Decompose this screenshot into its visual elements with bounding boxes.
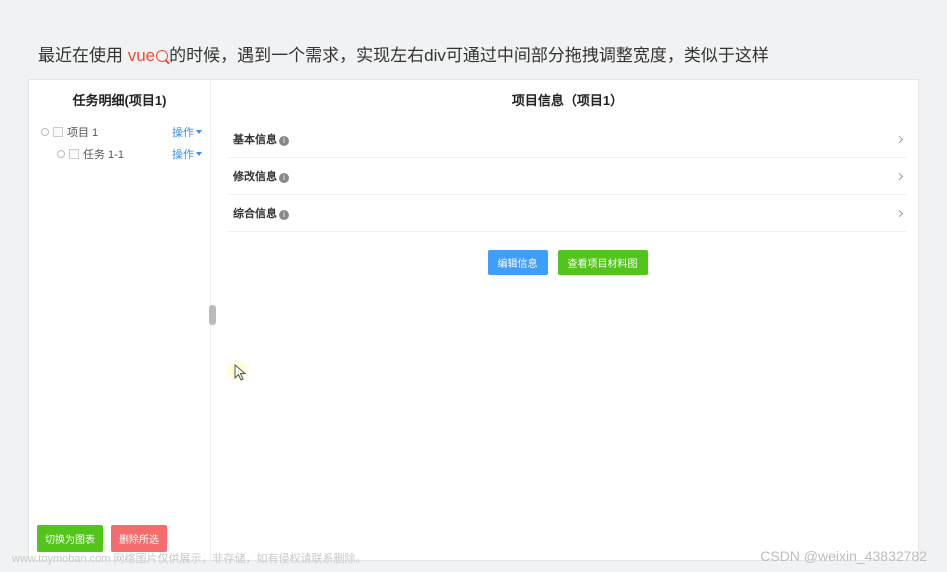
app-container: 任务明细(项目1) 项目 1 操作 任务 1-1	[28, 79, 919, 561]
tree-row-child[interactable]: 任务 1-1 操作	[41, 143, 202, 165]
action-dropdown[interactable]: 操作	[172, 146, 202, 162]
chevron-down-icon	[196, 152, 202, 156]
chevron-down-icon	[196, 130, 202, 134]
checkbox-icon[interactable]	[53, 127, 63, 137]
view-material-button[interactable]: 查看项目材料图	[558, 250, 648, 275]
tree-parent-label: 项目 1	[67, 124, 98, 140]
tree-row-parent[interactable]: 项目 1 操作	[41, 121, 202, 143]
intro-text: 最近在使用 vue 的时候，遇到一个需求，实现左右div可通过中间部分拖拽调整宽度…	[0, 0, 947, 79]
drag-handle-icon[interactable]	[209, 305, 216, 325]
expand-icon[interactable]	[41, 128, 49, 136]
delete-selected-button[interactable]: 删除所选	[111, 525, 167, 552]
tree-child-label: 任务 1-1	[83, 146, 124, 162]
right-panel-title: 项目信息（项目1）	[217, 80, 918, 117]
left-panel-title: 任务明细(项目1)	[29, 80, 210, 117]
right-panel: 项目信息（项目1） 基本信息i 修改信息i 综合信息i	[217, 80, 918, 560]
checkbox-icon[interactable]	[69, 149, 79, 159]
watermark-note: 网络图片仅供展示，非存储，如有侵权请联系删除。	[110, 553, 366, 565]
accordion-label: 修改信息	[233, 171, 277, 183]
info-icon: i	[279, 210, 289, 220]
info-icon: i	[279, 136, 289, 146]
accordion-label: 基本信息	[233, 134, 277, 146]
intro-prefix: 最近在使用	[38, 46, 123, 65]
watermark-left: www.toymoban.com 网络图片仅供展示，非存储，如有侵权请联系删除。	[12, 550, 367, 566]
expand-icon[interactable]	[57, 150, 65, 158]
task-tree: 项目 1 操作 任务 1-1 操作	[29, 117, 210, 517]
action-dropdown[interactable]: 操作	[172, 124, 202, 140]
chevron-right-icon	[896, 210, 903, 217]
action-label: 操作	[172, 124, 194, 140]
chevron-right-icon	[896, 136, 903, 143]
switch-view-button[interactable]: 切换为图表	[37, 525, 103, 552]
accordion-item-modify[interactable]: 修改信息i	[229, 158, 906, 195]
accordion-item-basic[interactable]: 基本信息i	[229, 121, 906, 158]
info-icon: i	[279, 173, 289, 183]
search-icon[interactable]	[156, 50, 168, 62]
accordion-item-summary[interactable]: 综合信息i	[229, 195, 906, 232]
intro-suffix: 的时候，遇到一个需求，实现左右div可通过中间部分拖拽调整宽度，类似于这样	[169, 46, 769, 65]
chevron-right-icon	[896, 173, 903, 180]
left-panel: 任务明细(项目1) 项目 1 操作 任务 1-1	[29, 80, 211, 560]
action-buttons: 编辑信息 查看项目材料图	[217, 232, 918, 293]
accordion-label: 综合信息	[233, 208, 277, 220]
vue-text: vue	[123, 46, 155, 65]
watermark-right: CSDN @weixin_43832782	[760, 548, 927, 564]
watermark-domain: www.toymoban.com	[12, 553, 110, 565]
action-label: 操作	[172, 146, 194, 162]
edit-info-button[interactable]: 编辑信息	[488, 250, 548, 275]
accordion: 基本信息i 修改信息i 综合信息i	[217, 117, 918, 232]
